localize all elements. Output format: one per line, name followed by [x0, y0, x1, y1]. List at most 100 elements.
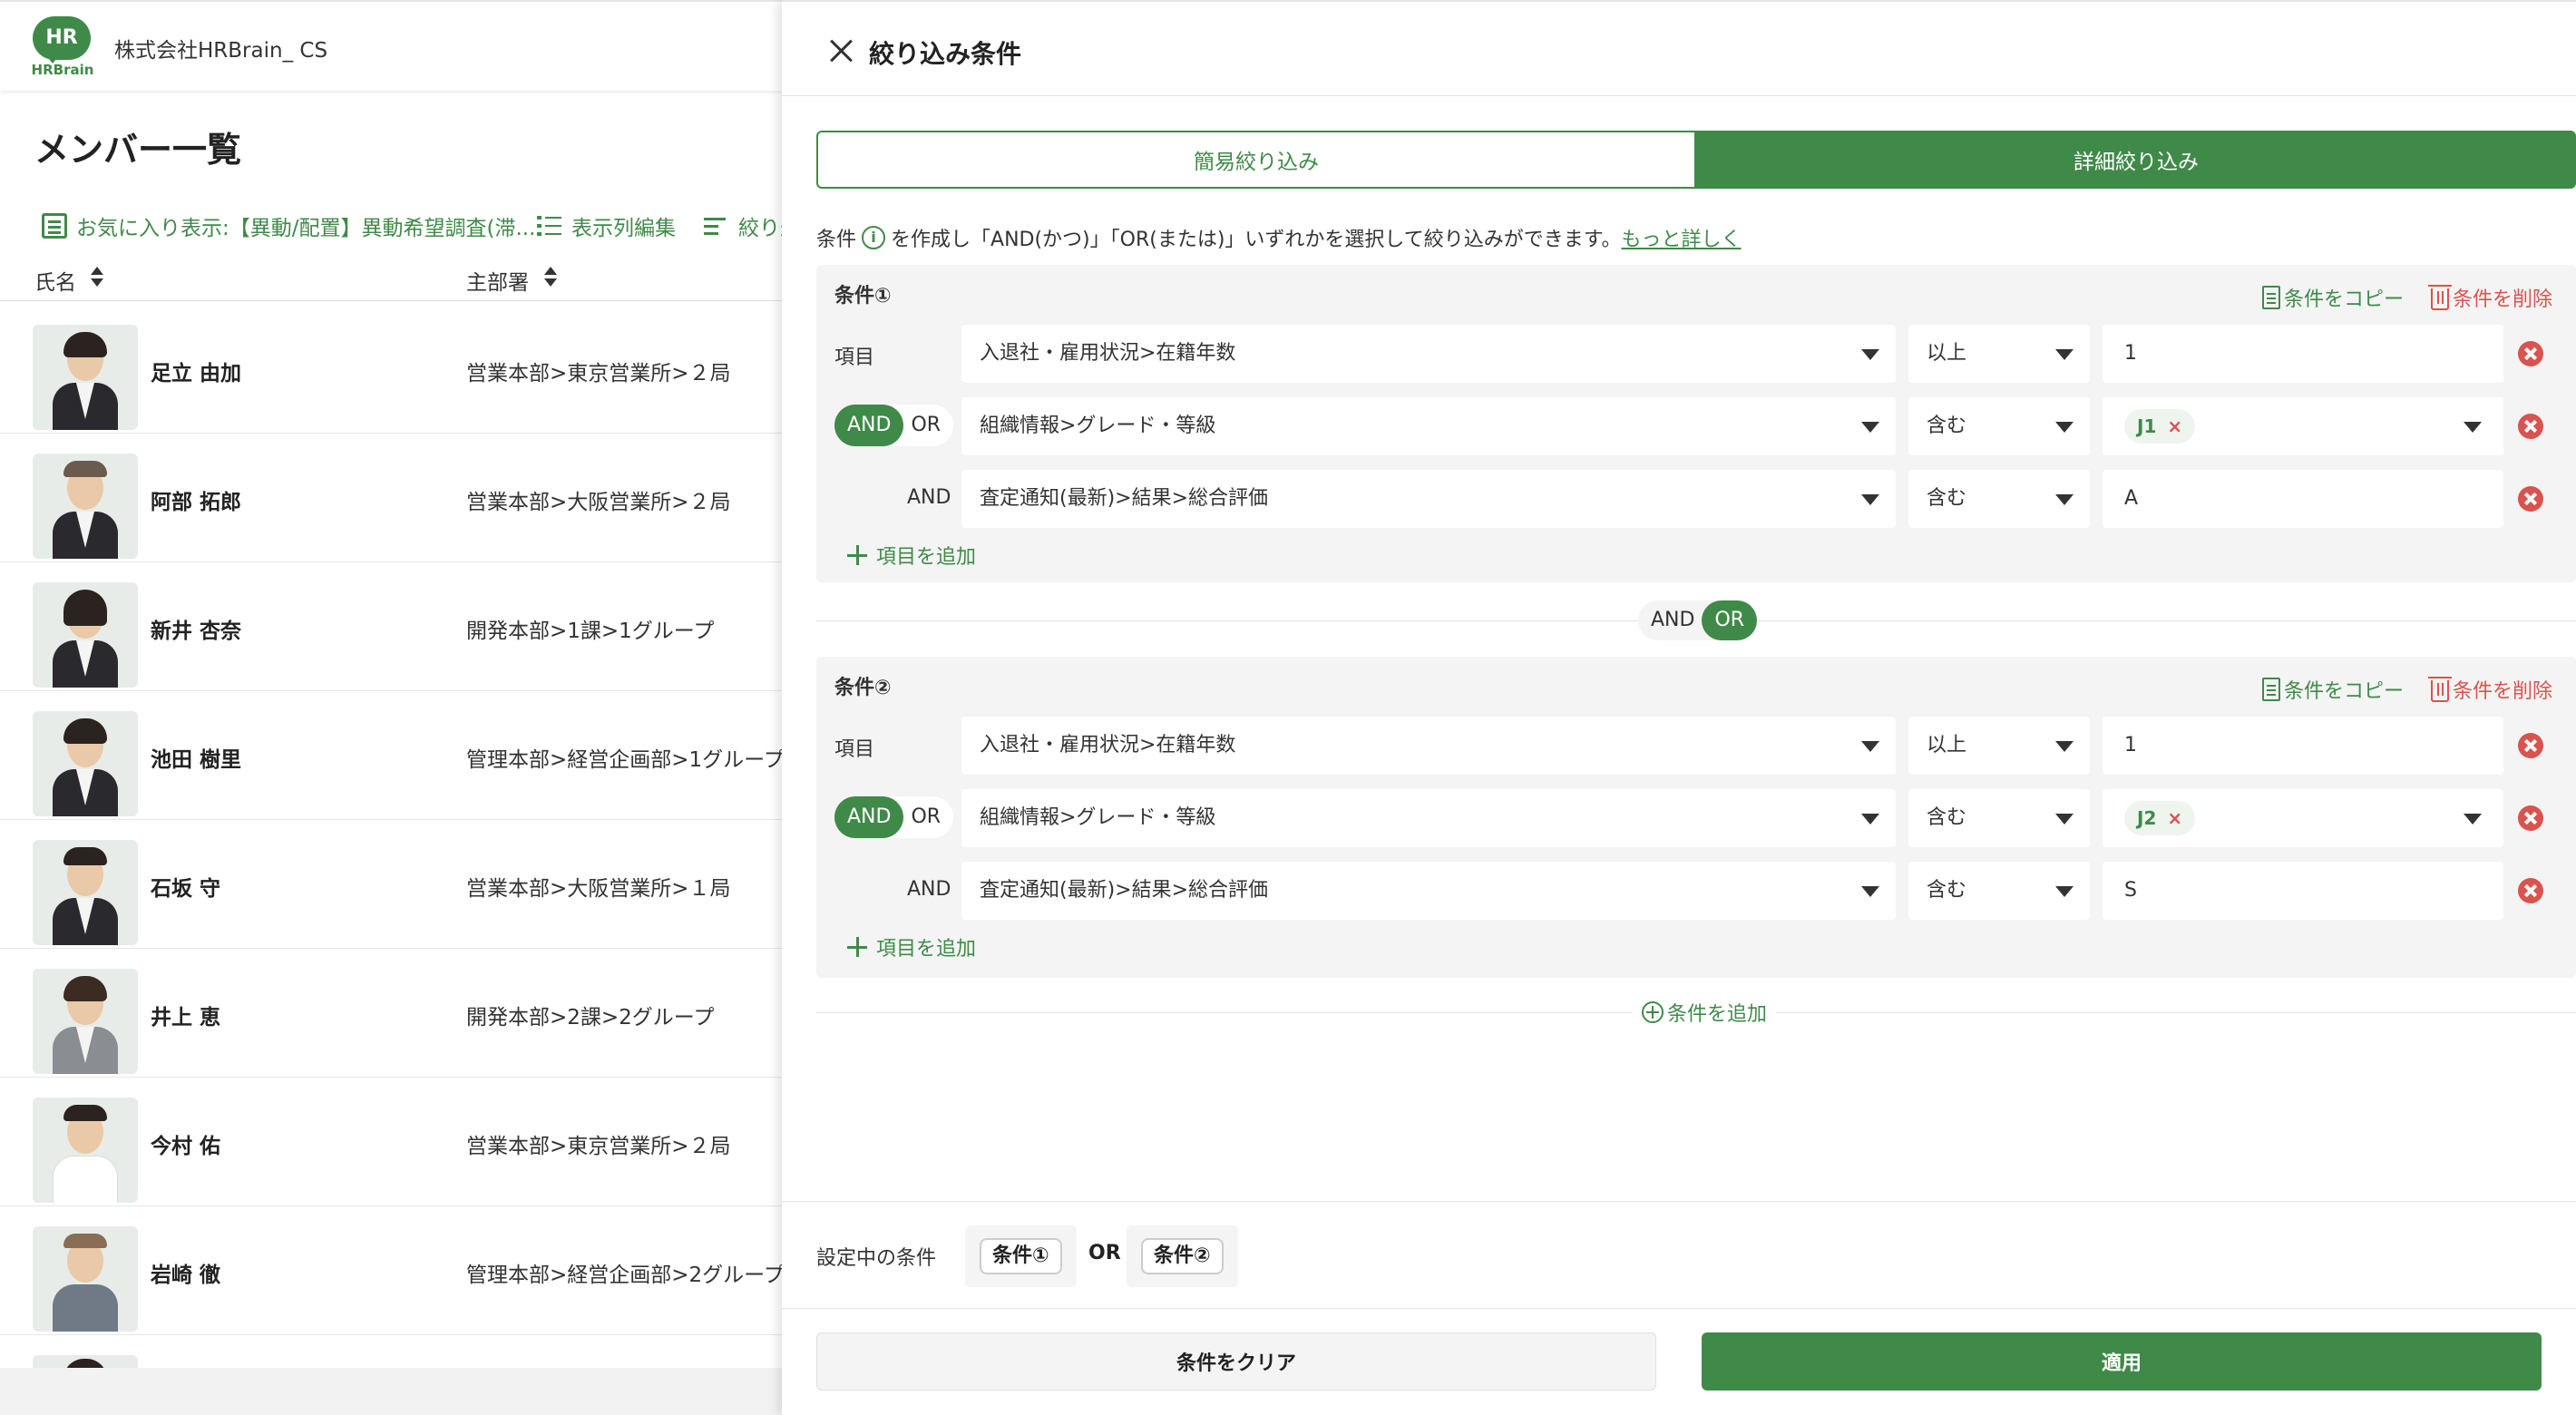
tab-detail-filter[interactable]: 詳細絞り込み: [1696, 131, 2576, 189]
member-name[interactable]: 阿部 拓郎: [151, 484, 241, 515]
copy-condition-button[interactable]: 条件をコピー: [2261, 675, 2404, 704]
remove-row-icon[interactable]: [2518, 414, 2543, 439]
edit-columns-button[interactable]: 表示列編集: [537, 203, 676, 249]
operator-select[interactable]: 含む: [1908, 789, 2090, 847]
copy-icon: [2261, 678, 2280, 701]
avatar: [33, 840, 138, 945]
condition-block-2: 条件② 条件をコピー 条件を削除 項目 入退社・雇用状況>在籍年数 以上 1 A…: [816, 657, 2576, 978]
column-header-dept[interactable]: 主部署: [466, 265, 529, 296]
and-option[interactable]: AND: [834, 405, 904, 446]
member-dept: 営業本部>大阪営業所>２局: [466, 491, 731, 514]
avatar: [33, 711, 138, 816]
caret-down-icon: [2055, 814, 2073, 825]
value-text: S: [2124, 879, 2137, 902]
condition-actions: 条件をコピー 条件を削除: [2261, 283, 2552, 312]
item-select[interactable]: 査定通知(最新)>結果>総合評価: [961, 862, 1896, 920]
item-select[interactable]: 査定通知(最新)>結果>総合評価: [961, 470, 1896, 528]
chip-remove-icon[interactable]: ×: [2167, 801, 2182, 835]
value-input[interactable]: 1: [2103, 325, 2503, 383]
operator-select[interactable]: 含む: [1908, 470, 2090, 528]
table-row[interactable]: 石坂 守 営業本部>大阪営業所>１局: [0, 820, 782, 949]
avatar: [33, 969, 138, 1074]
operator-value: 以上: [1927, 342, 1967, 365]
member-name[interactable]: 新井 杏奈: [151, 613, 241, 644]
table-row[interactable]: [0, 1335, 782, 1371]
member-name[interactable]: 井上 恵: [151, 1000, 220, 1030]
and-or-toggle[interactable]: AND OR: [834, 796, 954, 838]
caret-down-icon: [1861, 494, 1879, 505]
table-row[interactable]: 阿部 拓郎 営業本部>大阪営業所>２局: [0, 434, 782, 562]
operator-select[interactable]: 含む: [1908, 397, 2090, 455]
tab-simple-filter[interactable]: 簡易絞り込み: [816, 131, 1696, 189]
member-name[interactable]: 今村 佑: [151, 1128, 220, 1159]
condition-join-toggle[interactable]: AND OR: [1638, 600, 1758, 640]
join-or-option[interactable]: OR: [1702, 600, 1758, 640]
apply-button[interactable]: 適用: [1702, 1332, 2542, 1391]
remove-row-icon[interactable]: [2518, 805, 2543, 831]
logo-bubble: HR: [33, 16, 91, 60]
operator-select[interactable]: 含む: [1908, 862, 2090, 920]
remove-row-icon[interactable]: [2518, 733, 2543, 758]
hrbrain-logo[interactable]: HR HRBrain: [31, 16, 93, 78]
summary-chip-2: 条件②: [1127, 1225, 1238, 1287]
remove-row-icon[interactable]: [2518, 341, 2543, 366]
sort-dept-icon[interactable]: [544, 267, 557, 288]
operator-select[interactable]: 以上: [1908, 717, 2090, 775]
and-or-toggle[interactable]: AND OR: [834, 405, 954, 446]
and-option[interactable]: AND: [834, 796, 904, 838]
value-input[interactable]: S: [2103, 862, 2503, 920]
member-dept: 営業本部>東京営業所>２局: [466, 362, 731, 385]
value-input[interactable]: 1: [2103, 717, 2503, 775]
item-select[interactable]: 組織情報>グレード・等級: [961, 397, 1896, 455]
delete-condition-button[interactable]: 条件を削除: [2427, 283, 2552, 312]
value-multiselect[interactable]: J2 ×: [2103, 789, 2503, 847]
remove-row-icon[interactable]: [2518, 486, 2543, 512]
learn-more-link[interactable]: もっと詳しく: [1622, 223, 1742, 252]
member-name[interactable]: 石坂 守: [151, 871, 220, 902]
copy-condition-label: 条件をコピー: [2283, 288, 2404, 311]
filter-mode-tabs: 簡易絞り込み 詳細絞り込み: [816, 131, 2576, 189]
edit-columns-label: 表示列編集: [571, 217, 676, 240]
item-select[interactable]: 組織情報>グレード・等級: [961, 789, 1896, 847]
delete-condition-button[interactable]: 条件を削除: [2427, 675, 2552, 704]
company-name: 株式会社HRBrain_ CS: [114, 39, 328, 63]
or-option[interactable]: OR: [903, 405, 953, 446]
table-row[interactable]: 井上 恵 開発本部>2課>2グループ: [0, 949, 782, 1078]
panel-footer: 条件をクリア 適用: [782, 1308, 2576, 1415]
table-row[interactable]: 今村 佑 営業本部>東京営業所>２局: [0, 1078, 782, 1206]
avatar: [33, 582, 138, 688]
add-item-button[interactable]: 項目を追加: [847, 932, 976, 961]
member-name[interactable]: 池田 樹里: [151, 742, 241, 773]
remove-row-icon[interactable]: [2518, 878, 2543, 903]
trash-icon: [2427, 677, 2452, 702]
close-icon[interactable]: [829, 38, 853, 62]
info-icon[interactable]: i: [862, 226, 886, 249]
value-input[interactable]: A: [2103, 470, 2503, 528]
member-name[interactable]: 足立 由加: [151, 356, 241, 386]
join-and-option[interactable]: AND: [1638, 600, 1702, 640]
item-select[interactable]: 入退社・雇用状況>在籍年数: [961, 717, 1896, 775]
condition-row: AND 査定通知(最新)>結果>総合評価 含む A: [816, 470, 2576, 528]
or-option[interactable]: OR: [903, 796, 953, 838]
add-condition-button[interactable]: 条件を追加: [1633, 998, 1777, 1027]
favorite-view-button[interactable]: お気に入り表示:【異動/配置】異動希望調査(滞...: [42, 203, 535, 249]
copy-condition-button[interactable]: 条件をコピー: [2261, 283, 2404, 312]
value-multiselect[interactable]: J1 ×: [2103, 397, 2503, 455]
column-header-name[interactable]: 氏名: [34, 265, 76, 296]
table-row[interactable]: 岩崎 徹 管理本部>経営企画部>2グループ: [0, 1206, 785, 1335]
value-chip: J1 ×: [2124, 409, 2196, 444]
member-dept: 営業本部>大阪営業所>１局: [466, 877, 731, 901]
clear-conditions-button[interactable]: 条件をクリア: [816, 1332, 1656, 1391]
table-row[interactable]: 新井 杏奈 開発本部>1課>1グループ: [0, 562, 782, 691]
member-dept: 管理本部>経営企画部>2グループ: [466, 1264, 785, 1287]
add-item-button[interactable]: 項目を追加: [847, 541, 976, 570]
condition-row: AND OR 組織情報>グレード・等級 含む J1 ×: [816, 397, 2576, 455]
operator-value: 含む: [1927, 415, 1967, 437]
table-row[interactable]: 池田 樹里 管理本部>経営企画部>1グループ: [0, 691, 785, 820]
operator-select[interactable]: 以上: [1908, 325, 2090, 383]
sort-name-icon[interactable]: [91, 267, 103, 288]
chip-remove-icon[interactable]: ×: [2167, 409, 2182, 444]
member-name[interactable]: 岩崎 徹: [151, 1257, 220, 1288]
table-row[interactable]: 足立 由加 営業本部>東京営業所>２局: [0, 305, 782, 434]
item-select[interactable]: 入退社・雇用状況>在籍年数: [961, 325, 1896, 383]
